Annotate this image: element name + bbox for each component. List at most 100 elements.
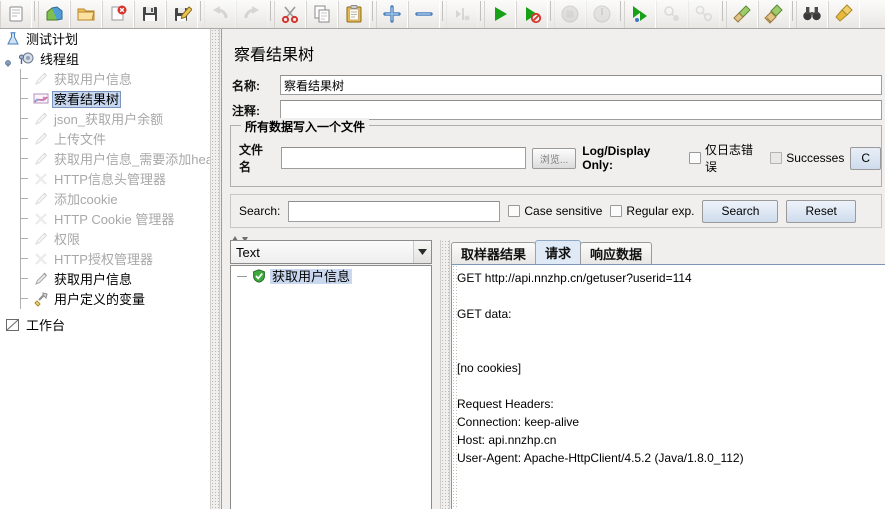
tree-item-label: 获取用户信息_需要添加head: [54, 151, 210, 167]
log-display-only-label: Log/Display Only:: [582, 144, 651, 172]
reset-button[interactable]: Reset: [786, 199, 856, 223]
renderer-combobox[interactable]: Text: [230, 240, 432, 264]
tree-connector: [20, 178, 28, 179]
templates-icon[interactable]: [38, 0, 70, 28]
renderer-selected-value: Text: [236, 244, 260, 260]
http-sampler-icon: [32, 191, 49, 208]
tree-connector: [20, 78, 28, 79]
reset-search-broom-icon[interactable]: [828, 0, 860, 28]
sample-result-item[interactable]: 获取用户信息: [231, 266, 431, 286]
tree-connector: [237, 275, 247, 277]
successes-checkbox-label: Successes: [786, 151, 845, 165]
tree-connector-vertical: [20, 69, 21, 89]
tree-item[interactable]: 上传文件: [0, 129, 210, 149]
tree-item[interactable]: json_获取用户余额: [0, 109, 210, 129]
tab-response-data[interactable]: 响应数据: [580, 242, 653, 264]
header-manager-icon: [32, 171, 49, 188]
browse-button[interactable]: 浏览...: [531, 147, 577, 169]
errors-checkbox-label: 仅日志错误: [705, 143, 754, 174]
sample-result-tree[interactable]: 获取用户信息: [230, 265, 432, 509]
tree-connector-vertical: [20, 129, 21, 149]
tree-item[interactable]: 察看结果树: [0, 89, 210, 109]
errors-checkbox[interactable]: 仅日志错误: [689, 141, 764, 175]
tree-item[interactable]: 权限: [0, 229, 210, 249]
tree-item-label: 上传文件: [54, 131, 107, 147]
open-folder-icon[interactable]: [70, 0, 102, 28]
new-test-plan-icon[interactable]: [0, 0, 32, 28]
case-sensitive-checkbox-box[interactable]: [508, 205, 521, 217]
save-as-icon[interactable]: [166, 0, 198, 28]
tree-item[interactable]: 工作台: [0, 315, 210, 335]
successes-checkbox-box[interactable]: [770, 152, 783, 164]
view-results-tree-icon: [32, 91, 49, 108]
search-label: Search:: [239, 204, 281, 218]
search-binoculars-icon[interactable]: [796, 0, 828, 28]
tree-item[interactable]: HTTP授权管理器: [0, 249, 210, 269]
tab-request[interactable]: 请求: [535, 240, 582, 264]
search-button[interactable]: Search: [702, 199, 779, 223]
collapse-all-minus-icon[interactable]: [408, 0, 440, 28]
case-sensitive-label: Case sensitive: [524, 204, 603, 218]
case-sensitive-checkbox[interactable]: Case sensitive: [508, 204, 602, 218]
http-sampler-icon: [32, 231, 49, 248]
regular-exp-label: Regular exp.: [626, 204, 695, 218]
tree-connector: [20, 278, 28, 279]
tab-sampler-result[interactable]: 取样器结果: [451, 242, 537, 264]
regular-exp-checkbox[interactable]: Regular exp.: [610, 204, 694, 218]
tree-item-label: 用户定义的变量: [54, 291, 146, 307]
thread-group-icon: [18, 51, 35, 68]
tree-item[interactable]: 获取用户信息: [0, 269, 210, 289]
clear-broom-icon[interactable]: [726, 0, 758, 28]
tree-item-label: 工作台: [26, 317, 66, 333]
clear-all-broom-icon[interactable]: [758, 0, 790, 28]
paste-clipboard-icon[interactable]: [338, 0, 370, 28]
save-icon[interactable]: [134, 0, 166, 28]
successes-checkbox[interactable]: Successes: [770, 151, 844, 165]
tree-item[interactable]: HTTP Cookie 管理器: [0, 209, 210, 229]
test-plan-icon: [4, 31, 21, 48]
search-input[interactable]: [288, 200, 501, 222]
main-split-divider[interactable]: [210, 29, 220, 509]
page-title: 察看结果树: [234, 47, 315, 64]
test-plan-tree[interactable]: 测试计划线程组获取用户信息 察看结果树 json_获取用户余额上传文件获取用户信息_…: [0, 29, 210, 509]
tree-item[interactable]: 用户定义的变量: [0, 289, 210, 309]
start-play-icon[interactable]: [484, 0, 516, 28]
response-scroll-track[interactable]: [452, 265, 457, 509]
stop-icon: [554, 0, 586, 28]
tree-item-label: 线程组: [40, 51, 80, 67]
start-no-pauses-icon[interactable]: [516, 0, 548, 28]
errors-checkbox-box[interactable]: [689, 152, 702, 164]
tree-item-label: 权限: [54, 231, 81, 247]
expand-all-plus-icon[interactable]: [376, 0, 408, 28]
tree-item[interactable]: HTTP信息头管理器: [0, 169, 210, 189]
filename-input[interactable]: [280, 147, 526, 169]
chevron-down-icon[interactable]: [413, 241, 431, 263]
remote-start-all-icon[interactable]: [624, 0, 656, 28]
auth-manager-icon: [32, 251, 49, 268]
results-split-divider[interactable]: [440, 240, 450, 509]
regular-exp-checkbox-box[interactable]: [610, 205, 623, 217]
tree-connector-vertical: [20, 269, 21, 289]
tree-item[interactable]: 测试计划: [0, 29, 210, 49]
comment-input[interactable]: [280, 100, 882, 120]
configure-button[interactable]: C: [850, 146, 881, 170]
http-sampler-icon: [32, 111, 49, 128]
tree-connector: [20, 218, 28, 219]
name-input[interactable]: [280, 75, 882, 95]
tree-item[interactable]: 添加cookie: [0, 189, 210, 209]
tree-item[interactable]: 获取用户信息_需要添加head: [0, 149, 210, 169]
tree-expand-handle[interactable]: [4, 55, 12, 67]
tree-connector: [20, 298, 28, 299]
comment-label: 注释:: [232, 103, 260, 118]
copy-icon[interactable]: [306, 0, 338, 28]
close-icon[interactable]: [102, 0, 134, 28]
remote-stop-all-icon: [656, 0, 688, 28]
tree-connector: [20, 118, 28, 119]
tree-item[interactable]: 获取用户信息: [0, 69, 210, 89]
tree-connector-vertical: [20, 249, 21, 269]
results-split-collapse-controls[interactable]: [230, 232, 882, 242]
cut-scissors-icon[interactable]: [274, 0, 306, 28]
filename-label: 文件名: [239, 143, 264, 174]
tree-item[interactable]: 线程组: [0, 49, 210, 69]
tree-connector: [20, 158, 28, 159]
